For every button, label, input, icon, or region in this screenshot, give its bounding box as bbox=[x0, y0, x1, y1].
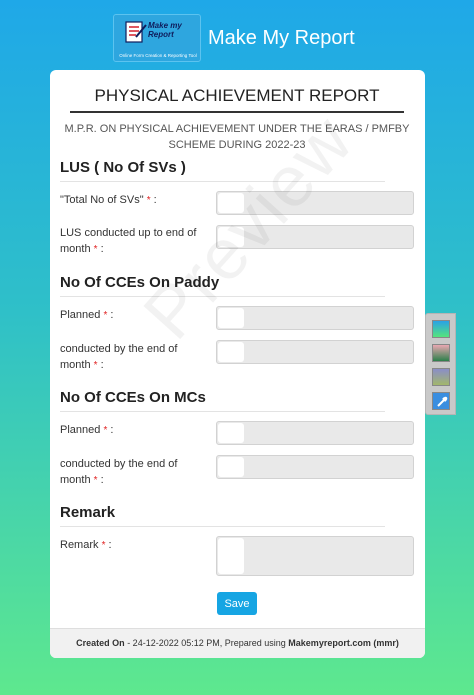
required-marker: * bbox=[103, 310, 108, 321]
label-text: "Total No of SVs" bbox=[60, 194, 144, 206]
required-marker: * bbox=[103, 425, 108, 436]
remark-textarea[interactable] bbox=[216, 536, 414, 576]
label-colon: : bbox=[108, 539, 112, 551]
label-colon: : bbox=[100, 243, 104, 255]
label-text: Planned bbox=[60, 424, 101, 436]
report-logo-icon bbox=[125, 21, 147, 43]
form-title: PHYSICAL ACHIEVEMENT REPORT bbox=[70, 86, 404, 113]
label-text: conducted by the end of month bbox=[60, 343, 178, 371]
color-picker-button[interactable] bbox=[432, 392, 450, 410]
theme-switcher-panel bbox=[425, 313, 456, 415]
section-heading-remark: Remark bbox=[60, 504, 385, 527]
save-button[interactable]: Save bbox=[217, 592, 257, 615]
theme-swatch-blue-green[interactable] bbox=[432, 320, 450, 338]
input-prefix bbox=[218, 308, 244, 328]
label-text: Remark bbox=[60, 539, 99, 551]
field-label-paddy-planned: Planned * : bbox=[60, 307, 210, 324]
input-prefix bbox=[218, 227, 244, 247]
logo-tagline: Online Form Creation & Reporting Tool bbox=[119, 53, 197, 58]
field-label-lus-conducted: LUS conducted up to end of month * : bbox=[60, 225, 210, 258]
section-heading-lus: LUS ( No Of SVs ) bbox=[60, 159, 385, 182]
lus-conducted-input[interactable] bbox=[216, 225, 414, 249]
field-label-mcs-conducted: conducted by the end of month * : bbox=[60, 456, 210, 489]
mcs-conducted-input[interactable] bbox=[216, 455, 414, 479]
paddy-planned-input[interactable] bbox=[216, 306, 414, 330]
form-footer: Created On - 24-12-2022 05:12 PM, Prepar… bbox=[50, 628, 425, 658]
required-marker: * bbox=[93, 244, 98, 255]
app-header: Make my Report Online Form Creation & Re… bbox=[0, 0, 474, 68]
app-title: Make My Report bbox=[208, 27, 355, 49]
section-heading-mcs: No Of CCEs On MCs bbox=[60, 389, 385, 412]
field-label-paddy-conducted: conducted by the end of month * : bbox=[60, 341, 210, 374]
footer-created-value: - 24-12-2022 05:12 PM, Prepared using bbox=[124, 638, 289, 648]
footer-created-label: Created On bbox=[76, 638, 125, 648]
theme-swatch-pink-green[interactable] bbox=[432, 344, 450, 362]
total-svs-input[interactable] bbox=[216, 191, 414, 215]
label-colon: : bbox=[110, 424, 114, 436]
field-label-total-svs: "Total No of SVs" * : bbox=[60, 192, 210, 209]
label-text: conducted by the end of month bbox=[60, 458, 178, 486]
field-label-mcs-planned: Planned * : bbox=[60, 422, 210, 439]
theme-swatch-purple-olive[interactable] bbox=[432, 368, 450, 386]
paddy-conducted-input[interactable] bbox=[216, 340, 414, 364]
label-text: LUS conducted up to end of month bbox=[60, 227, 197, 255]
required-marker: * bbox=[93, 475, 98, 486]
input-prefix bbox=[218, 457, 244, 477]
input-prefix bbox=[218, 193, 244, 213]
report-form-card: PHYSICAL ACHIEVEMENT REPORT M.P.R. ON PH… bbox=[50, 70, 425, 658]
required-marker: * bbox=[93, 360, 98, 371]
required-marker: * bbox=[146, 195, 151, 206]
required-marker: * bbox=[101, 540, 106, 551]
label-colon: : bbox=[110, 309, 114, 321]
input-prefix bbox=[218, 423, 244, 443]
app-logo[interactable]: Make my Report Online Form Creation & Re… bbox=[113, 14, 201, 62]
logo-name: Make my Report bbox=[148, 21, 182, 39]
mcs-planned-input[interactable] bbox=[216, 421, 414, 445]
label-colon: : bbox=[153, 194, 157, 206]
form-subtitle: M.P.R. ON PHYSICAL ACHIEVEMENT UNDER THE… bbox=[64, 123, 410, 151]
footer-brand: Makemyreport.com (mmr) bbox=[288, 638, 399, 648]
label-text: Planned bbox=[60, 309, 101, 321]
input-prefix bbox=[218, 342, 244, 362]
eyedropper-icon bbox=[437, 396, 448, 407]
field-label-remark: Remark * : bbox=[60, 537, 210, 554]
label-colon: : bbox=[100, 359, 104, 371]
label-colon: : bbox=[100, 474, 104, 486]
input-prefix bbox=[218, 538, 244, 574]
section-heading-paddy: No Of CCEs On Paddy bbox=[60, 274, 385, 297]
